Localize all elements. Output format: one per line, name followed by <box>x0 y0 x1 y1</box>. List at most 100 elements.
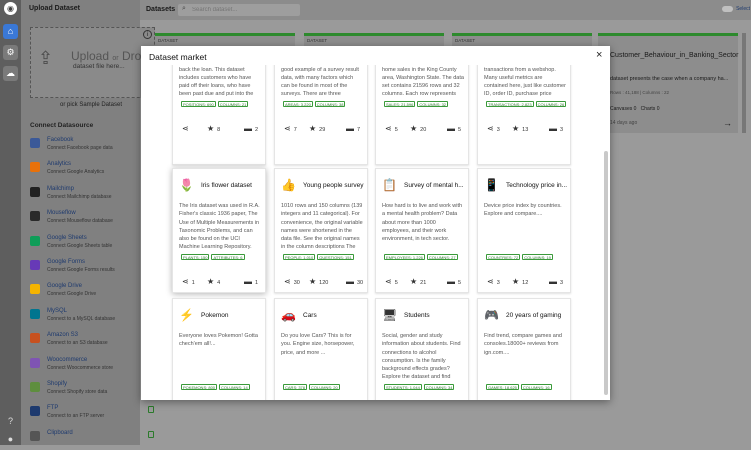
comment-stat[interactable]: ▬ 5 <box>447 277 461 286</box>
dataset-description: Device price index by countries. Explore… <box>484 203 562 218</box>
share-stat[interactable]: ⋖ 3 <box>487 124 500 133</box>
like-stat[interactable]: ★ 13 <box>512 124 528 133</box>
dataset-stats: ⋖ 30 ★ 120 ▬ 30 <box>284 277 364 287</box>
like-stat[interactable]: ★ 12 <box>512 277 528 286</box>
dataset-title: Students <box>404 312 430 319</box>
datasource-item[interactable]: FTP Connect to an FTP server <box>30 403 156 425</box>
share-stat[interactable]: ⋖ 5 <box>385 124 398 133</box>
close-button[interactable]: × <box>596 49 602 61</box>
background-dataset-card-banking[interactable]: Customer_Behaviour_in_Banking_Sector dat… <box>598 33 738 133</box>
comment-icon: ▬ <box>549 124 557 133</box>
comment-stat[interactable]: ▬ 3 <box>549 277 563 286</box>
comment-icon: ▬ <box>447 124 455 133</box>
select-toggle[interactable] <box>722 6 733 12</box>
datasource-name: Google Sheets <box>47 234 87 241</box>
dataset-badge: COLUMNS: 27 <box>426 254 458 260</box>
dataset-card[interactable]: 👍 Young people survey 1010 rows and 150 co… <box>274 168 368 293</box>
comment-stat[interactable]: ▬ 7 <box>346 124 360 133</box>
modal-scrollbar[interactable] <box>604 151 608 395</box>
dataset-card[interactable]: The data for these sales come from the o… <box>375 65 469 165</box>
share-icon: ⋖ <box>487 124 494 133</box>
comment-stat[interactable]: ▬ 1 <box>244 277 258 286</box>
datasource-item[interactable]: Analytics Connect Google Analytics <box>30 159 156 181</box>
comment-stat[interactable]: ▬ 5 <box>447 124 461 133</box>
share-stat[interactable]: ⋖ 30 <box>284 277 300 286</box>
dataset-badge: COUNTRIES: 72 <box>486 254 521 260</box>
arrow-right-icon[interactable]: → <box>723 118 732 128</box>
share-icon: ⋖ <box>487 277 494 286</box>
dataset-title: Customer_Behaviour_in_Banking_Sector <box>610 52 739 59</box>
dataset-card[interactable]: 🎮 20 years of gaming Find trend, compare g… <box>477 298 571 400</box>
search-input[interactable] <box>192 5 296 15</box>
datasource-item[interactable]: Google Drive Connect Google Drive <box>30 281 156 303</box>
dataset-card[interactable]: 🌷 Iris flower dataset The Iris dataset was… <box>172 168 266 293</box>
comment-stat[interactable]: ▬ 2 <box>244 124 258 133</box>
comment-stat[interactable]: ▬ 30 <box>346 277 363 286</box>
like-stat[interactable]: ★ 120 <box>309 277 328 286</box>
share-stat[interactable]: ⋖ 1 <box>182 277 195 286</box>
share-stat[interactable]: ⋖ 7 <box>284 124 297 133</box>
like-stat[interactable]: ★ 4 <box>207 277 220 286</box>
datasource-item[interactable]: Amazon S3 Connect to an S3 database <box>30 330 156 352</box>
dataset-card[interactable]: ⚡ Pokemon Everyone loves Pokemon! Gotta ch… <box>172 298 266 400</box>
upload-dropzone[interactable]: i ⇪ Upload or Drop dataset file here... <box>30 27 155 98</box>
datasource-icon <box>30 406 40 417</box>
datasource-name: Google Forms <box>47 259 86 265</box>
dataset-card[interactable]: The main target of this dataset to descr… <box>172 65 266 165</box>
dataset-age: 14 days ago <box>610 120 638 126</box>
home-icon[interactable]: ⌂ <box>3 24 18 39</box>
dataset-description: The Iris dataset was used in R.A. Fisher… <box>179 203 260 251</box>
dataset-card[interactable]: This spreadsheet contains 3220 rows and … <box>274 65 368 165</box>
dataset-stats: ⋖ 7 ★ 29 ▬ 7 <box>284 124 364 134</box>
dataset-card[interactable]: 🖥 Students Social, gender and study inform… <box>375 298 469 400</box>
datasource-item[interactable]: Clipboard <box>30 428 156 450</box>
share-stat[interactable]: ⋖ 3 <box>487 277 500 286</box>
page-scrollbar[interactable] <box>742 33 746 133</box>
dataset-card[interactable]: This dataset contains information about … <box>477 65 571 165</box>
like-stat[interactable]: ★ 8 <box>207 124 220 133</box>
dataset-badge: COLUMNS: 14 <box>219 384 250 390</box>
share-icon: ⋖ <box>182 124 189 133</box>
share-stat[interactable]: ⋖ 5 <box>385 277 398 286</box>
dataset-badge: COLUMNS: 16 <box>520 384 552 390</box>
dataset-badge: SALES: 21,596 <box>384 101 416 107</box>
datasource-item[interactable]: Mailchimp Connect Mailchimp database <box>30 184 156 206</box>
comment-icon: ▬ <box>346 277 354 286</box>
info-icon[interactable]: i <box>143 30 152 39</box>
share-icon: ⋖ <box>182 277 189 286</box>
datasource-item[interactable]: Shopify Connect Shopify store data <box>30 379 156 401</box>
datasource-name: MySQL <box>47 307 68 314</box>
datasource-item[interactable]: MySQL Connect to a MySQL database <box>30 306 156 328</box>
dataset-card[interactable]: 📋 Survey of mental h... How hard is to liv… <box>375 168 469 293</box>
dataset-badge: CARS: 378 <box>283 384 308 390</box>
datasource-item[interactable]: Woocommerce Connect Woocommerce store <box>30 355 156 377</box>
search-box[interactable]: ⌕ <box>178 4 300 16</box>
datasource-name: Mouseflow <box>47 210 76 217</box>
datasource-item[interactable]: Google Forms Connect Google Forms results <box>30 257 156 279</box>
datasource-item[interactable]: Google Sheets Connect Google Sheets table <box>30 233 156 255</box>
connect-datasource-heading: Connect Datasource <box>30 122 94 129</box>
datasource-desc: Connect Facebook page data <box>47 145 113 151</box>
like-stat[interactable]: ★ 21 <box>410 277 426 286</box>
help-icon[interactable]: ? <box>3 414 18 429</box>
datasource-item[interactable]: Facebook Connect Facebook page data <box>30 135 156 157</box>
share-stat[interactable]: ⋖ <box>182 124 192 133</box>
page-title: Datasets <box>146 6 176 13</box>
dataset-card[interactable]: 📱 Technology price in... Device price inde… <box>477 168 571 293</box>
star-icon: ★ <box>207 277 215 286</box>
app-rail: ◉ ⌂ ⚙ ☁ ? ● <box>0 0 21 445</box>
datasource-desc: Connect to an S3 database <box>47 340 108 347</box>
dataset-badge: COLUMNS: 26 <box>535 101 567 107</box>
datasource-item[interactable]: Mouseflow Connect Mouseflow database <box>30 208 156 230</box>
sample-dataset-link[interactable]: or pick Sample Dataset <box>21 102 161 108</box>
like-stat[interactable]: ★ 20 <box>410 124 426 133</box>
cloud-upload-icon[interactable]: ☁ <box>3 66 18 81</box>
app-logo-icon[interactable]: ◉ <box>4 2 17 15</box>
dataset-card[interactable]: 🚗 Cars Do you love Cars? This is for you. … <box>274 298 368 400</box>
comment-stat[interactable]: ▬ 3 <box>549 124 563 133</box>
like-stat[interactable]: ★ 29 <box>309 124 325 133</box>
settings-icon[interactable]: ⚙ <box>3 45 18 60</box>
lock-icon <box>148 430 154 438</box>
comment-icon: ▬ <box>549 277 557 286</box>
datasource-icon <box>30 430 40 441</box>
